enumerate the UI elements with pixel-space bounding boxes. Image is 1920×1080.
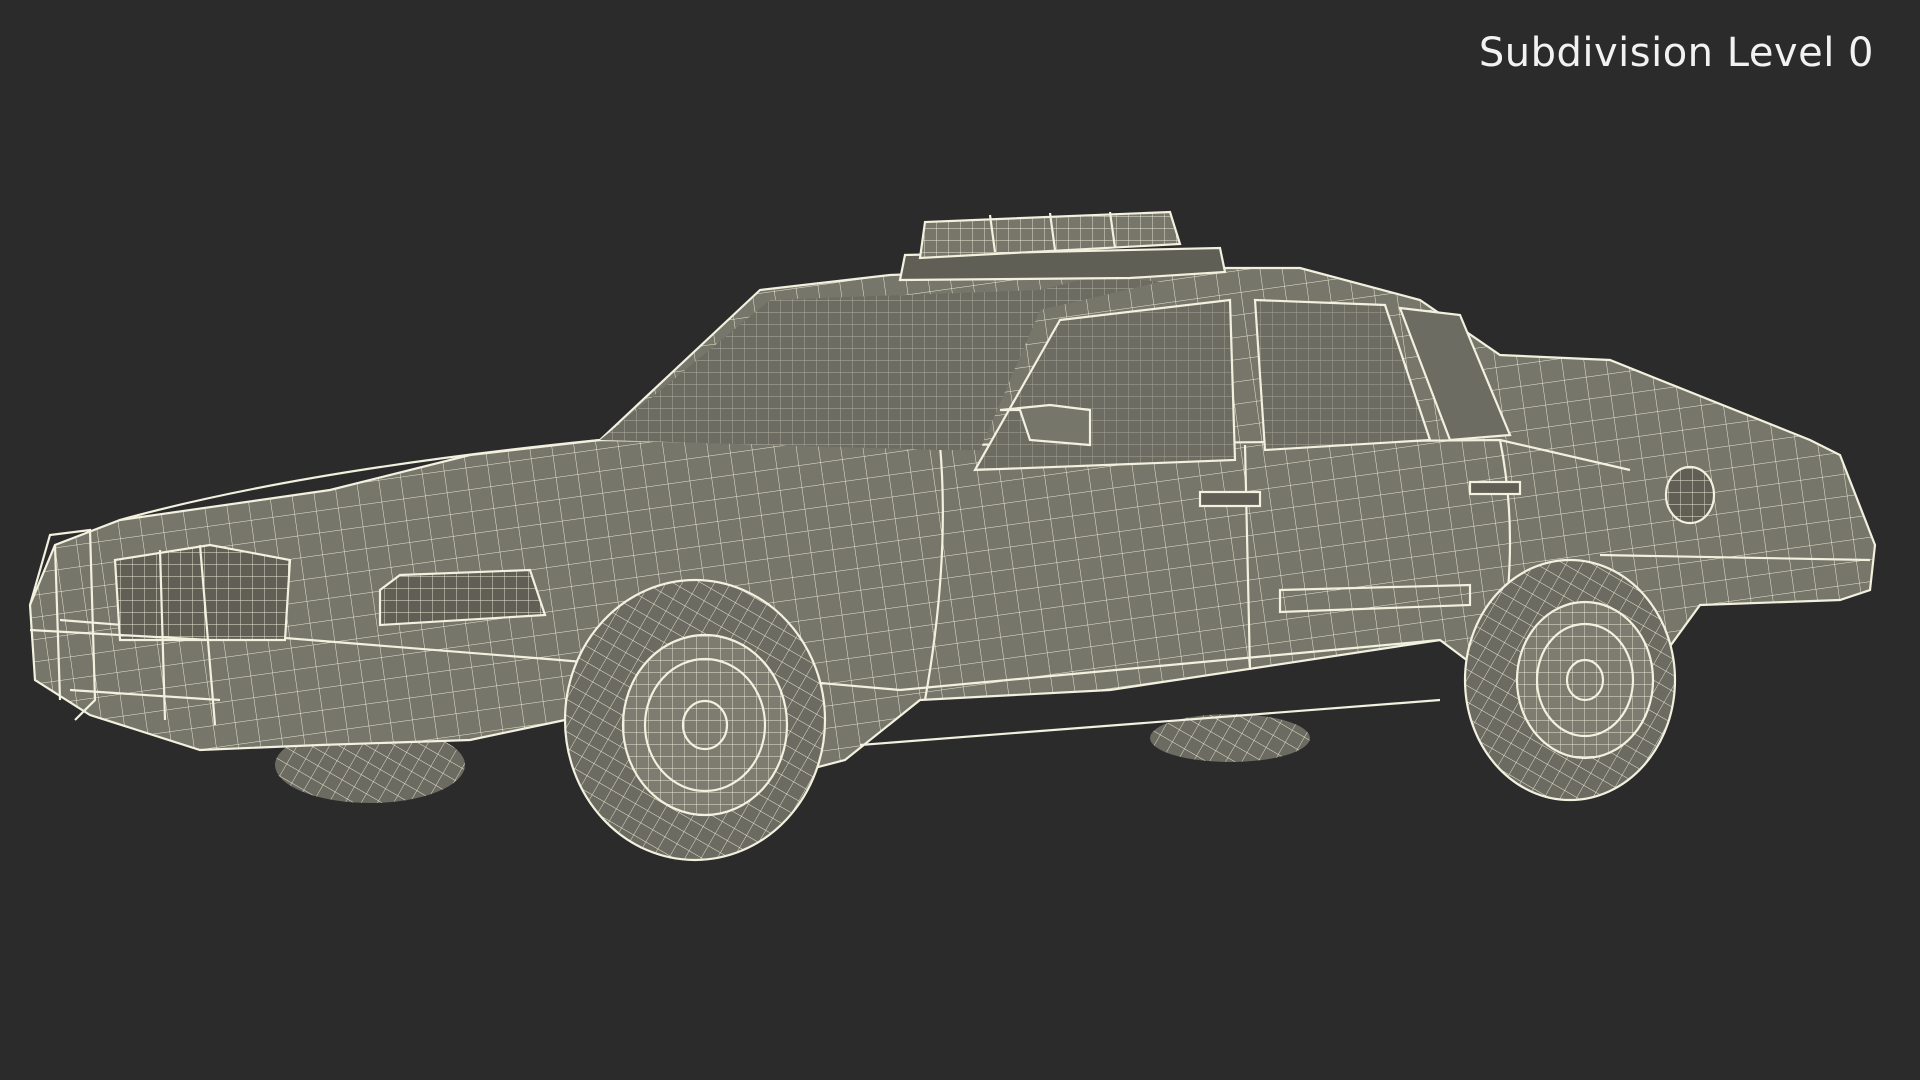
roof-light-bar — [898, 210, 1227, 282]
front-wheel — [563, 578, 827, 862]
front-grille — [113, 543, 292, 642]
car-wireframe-model[interactable] — [0, 0, 1920, 1080]
rear-wheel — [1463, 558, 1677, 802]
subdivision-level-label: Subdivision Level 0 — [1478, 30, 1874, 76]
3d-viewport[interactable]: Subdivision Level 0 — [0, 0, 1920, 1080]
fuel-cap — [1664, 465, 1716, 525]
front-headlight — [378, 568, 547, 627]
